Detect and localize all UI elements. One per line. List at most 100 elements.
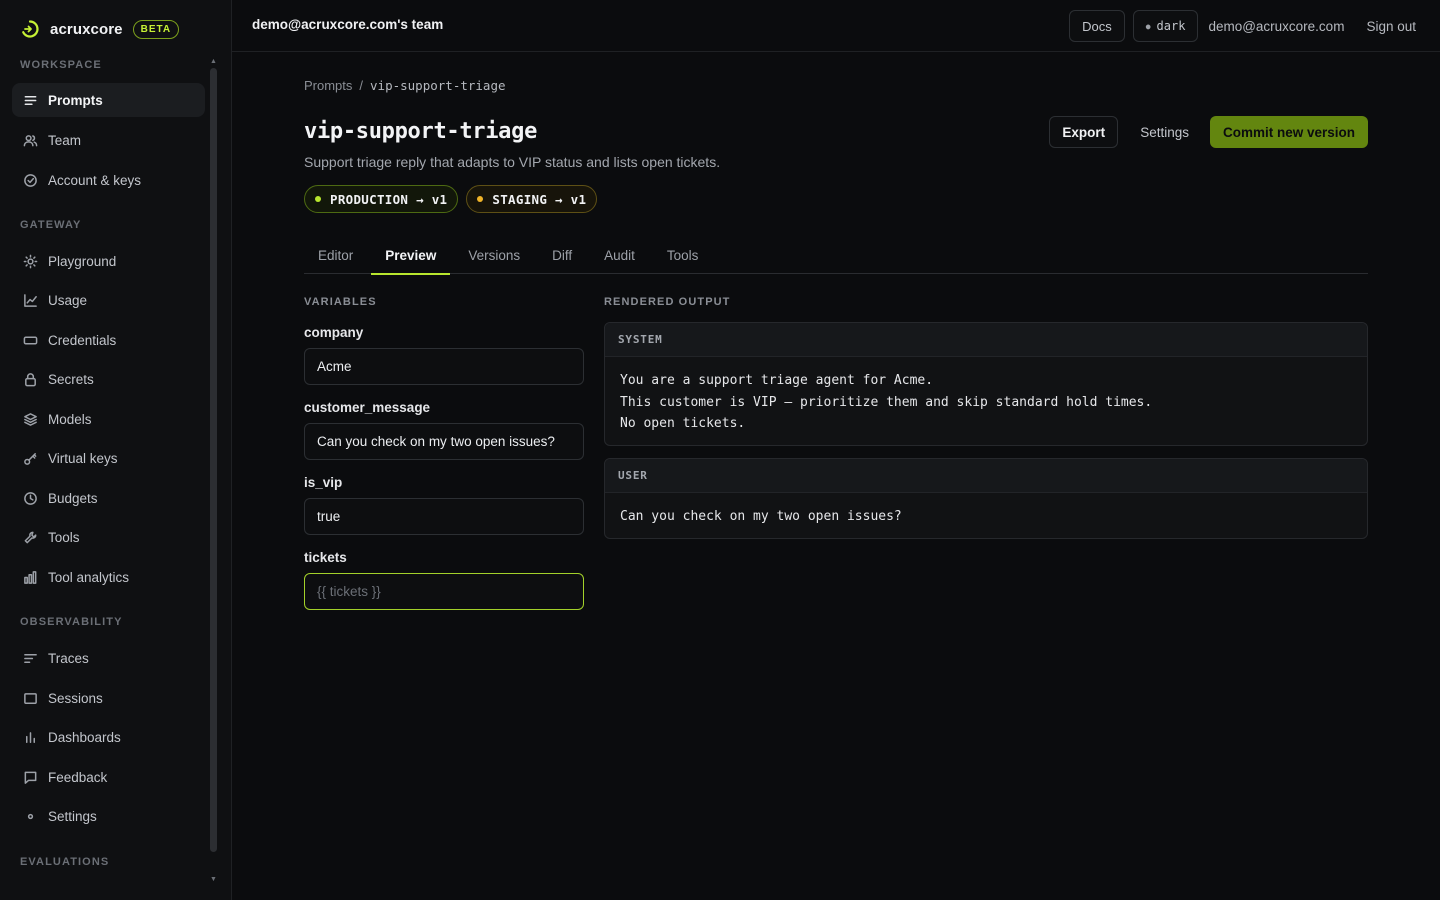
- sidebar-item-label: Settings: [48, 808, 97, 824]
- sidebar-item-label: Credentials: [48, 332, 117, 348]
- sidebar: acruxcore BETA WORKSPACE Prompts Team Ac…: [0, 0, 232, 900]
- environment-badges: PRODUCTION → v1 STAGING → v1: [304, 185, 598, 213]
- sidebar-item-label: Sessions: [48, 690, 103, 706]
- sidebar-item-virtual-keys[interactable]: Virtual keys: [12, 441, 205, 475]
- acruxcore-logo-icon: [20, 19, 40, 39]
- check-circle-icon: [22, 172, 38, 188]
- scroll-down-arrow-icon[interactable]: ▼: [210, 876, 217, 883]
- dashboard-icon: [22, 729, 38, 745]
- rendered-output-heading: RENDERED OUTPUT: [604, 296, 731, 308]
- topbar: demo@acruxcore.com's team Docs ● dark de…: [232, 0, 1440, 52]
- sidebar-item-account-keys[interactable]: Account & keys: [12, 163, 205, 197]
- sidebar-item-label: Prompts: [48, 92, 103, 108]
- user-message-card: USER Can you check on my two open issues…: [604, 458, 1368, 539]
- wrench-icon: [22, 529, 38, 545]
- variable-label-customer-message: customer_message: [304, 400, 431, 415]
- topbar-actions: Docs ● dark demo@acruxcore.com Sign out: [1069, 10, 1416, 42]
- sidebar-item-label: Tool analytics: [48, 569, 130, 585]
- user-email: demo@acruxcore.com: [1208, 18, 1345, 34]
- settings-button[interactable]: Settings: [1140, 125, 1189, 140]
- docs-button[interactable]: Docs: [1069, 10, 1125, 42]
- staging-status-dot-icon: [477, 196, 484, 202]
- key-icon: [22, 450, 38, 466]
- sidebar-item-settings[interactable]: Settings: [12, 799, 205, 833]
- list-icon: [22, 92, 38, 108]
- layers-icon: [22, 411, 38, 427]
- sidebar-item-traces[interactable]: Traces: [12, 641, 205, 675]
- header-actions: Export Settings Commit new version: [1049, 116, 1368, 148]
- tab-editor[interactable]: Editor: [304, 236, 367, 274]
- system-message-card: SYSTEM You are a support triage agent fo…: [604, 322, 1368, 446]
- tab-preview[interactable]: Preview: [371, 236, 451, 275]
- staging-badge-label: STAGING → v1: [492, 191, 587, 207]
- brand[interactable]: acruxcore BETA: [20, 16, 180, 42]
- variable-input-tickets[interactable]: [304, 573, 584, 610]
- production-badge-label: PRODUCTION → v1: [330, 191, 448, 207]
- tab-audit[interactable]: Audit: [590, 236, 649, 274]
- sidebar-item-prompts[interactable]: Prompts: [12, 83, 205, 117]
- line-chart-icon: [22, 292, 38, 308]
- breadcrumb-prompts-link[interactable]: Prompts: [304, 78, 352, 93]
- window-icon: [22, 690, 38, 706]
- section-evaluations: EVALUATIONS: [20, 856, 110, 868]
- sidebar-item-playground[interactable]: Playground: [12, 244, 205, 278]
- tab-diff[interactable]: Diff: [538, 236, 586, 274]
- sidebar-item-secrets[interactable]: Secrets: [12, 362, 205, 396]
- sidebar-item-label: Models: [48, 411, 92, 427]
- breadcrumb: Prompts / vip-support-triage: [304, 78, 506, 93]
- variable-input-is-vip[interactable]: [304, 498, 584, 535]
- staging-badge[interactable]: STAGING → v1: [466, 185, 598, 213]
- sign-out-link[interactable]: Sign out: [1366, 19, 1416, 34]
- users-icon: [22, 132, 38, 148]
- tab-versions[interactable]: Versions: [454, 236, 534, 274]
- page-description: Support triage reply that adapts to VIP …: [304, 154, 721, 170]
- variable-label-tickets: tickets: [304, 550, 347, 565]
- sidebar-item-label: Traces: [48, 650, 89, 666]
- sidebar-item-label: Playground: [48, 253, 117, 269]
- user-message-text: Can you check on my two open issues?: [620, 509, 902, 524]
- sidebar-item-feedback[interactable]: Feedback: [12, 760, 205, 794]
- sidebar-item-models[interactable]: Models: [12, 402, 205, 436]
- sun-icon: [22, 253, 38, 269]
- scroll-up-arrow-icon[interactable]: ▲: [210, 58, 217, 65]
- clock-icon: [22, 490, 38, 506]
- lock-icon: [22, 371, 38, 387]
- theme-toggle-button[interactable]: ● dark: [1132, 10, 1199, 42]
- traces-icon: [22, 650, 38, 666]
- variable-input-company[interactable]: [304, 348, 584, 385]
- export-button[interactable]: Export: [1049, 116, 1119, 148]
- sidebar-item-team[interactable]: Team: [12, 123, 205, 157]
- theme-label: dark: [1156, 19, 1186, 33]
- sidebar-item-tools[interactable]: Tools: [12, 520, 205, 554]
- tab-bar: Editor Preview Versions Diff Audit Tools: [304, 236, 1368, 275]
- bar-chart-icon: [22, 569, 38, 585]
- sidebar-scrollbar[interactable]: [210, 68, 217, 852]
- sidebar-item-label: Usage: [48, 292, 88, 308]
- brand-name: acruxcore: [50, 20, 123, 38]
- message-icon: [22, 769, 38, 785]
- sidebar-item-usage[interactable]: Usage: [12, 283, 205, 317]
- variable-label-company: company: [304, 325, 364, 340]
- sidebar-item-label: Budgets: [48, 490, 98, 506]
- production-badge[interactable]: PRODUCTION → v1: [304, 185, 459, 213]
- commit-new-version-button[interactable]: Commit new version: [1209, 116, 1368, 148]
- production-status-dot-icon: [315, 196, 321, 202]
- sidebar-item-label: Feedback: [48, 769, 108, 785]
- section-workspace: WORKSPACE: [20, 59, 102, 71]
- breadcrumb-current: vip-support-triage: [370, 78, 506, 93]
- variable-label-is-vip: is_vip: [304, 475, 343, 490]
- sidebar-item-budgets[interactable]: Budgets: [12, 481, 205, 515]
- sidebar-item-sessions[interactable]: Sessions: [12, 681, 205, 715]
- tab-tools[interactable]: Tools: [653, 236, 713, 274]
- sidebar-item-tool-analytics[interactable]: Tool analytics: [12, 560, 205, 594]
- system-role-label: SYSTEM: [605, 323, 1367, 357]
- variable-input-customer-message[interactable]: [304, 423, 584, 460]
- team-name[interactable]: demo@acruxcore.com's team: [252, 17, 443, 32]
- sidebar-item-label: Team: [48, 132, 82, 148]
- page-title: vip-support-triage: [304, 119, 538, 144]
- sidebar-item-dashboards[interactable]: Dashboards: [12, 720, 205, 754]
- sidebar-item-label: Account & keys: [48, 172, 142, 188]
- beta-badge: BETA: [132, 19, 180, 39]
- sidebar-item-credentials[interactable]: Credentials: [12, 323, 205, 357]
- section-gateway: GATEWAY: [20, 219, 82, 231]
